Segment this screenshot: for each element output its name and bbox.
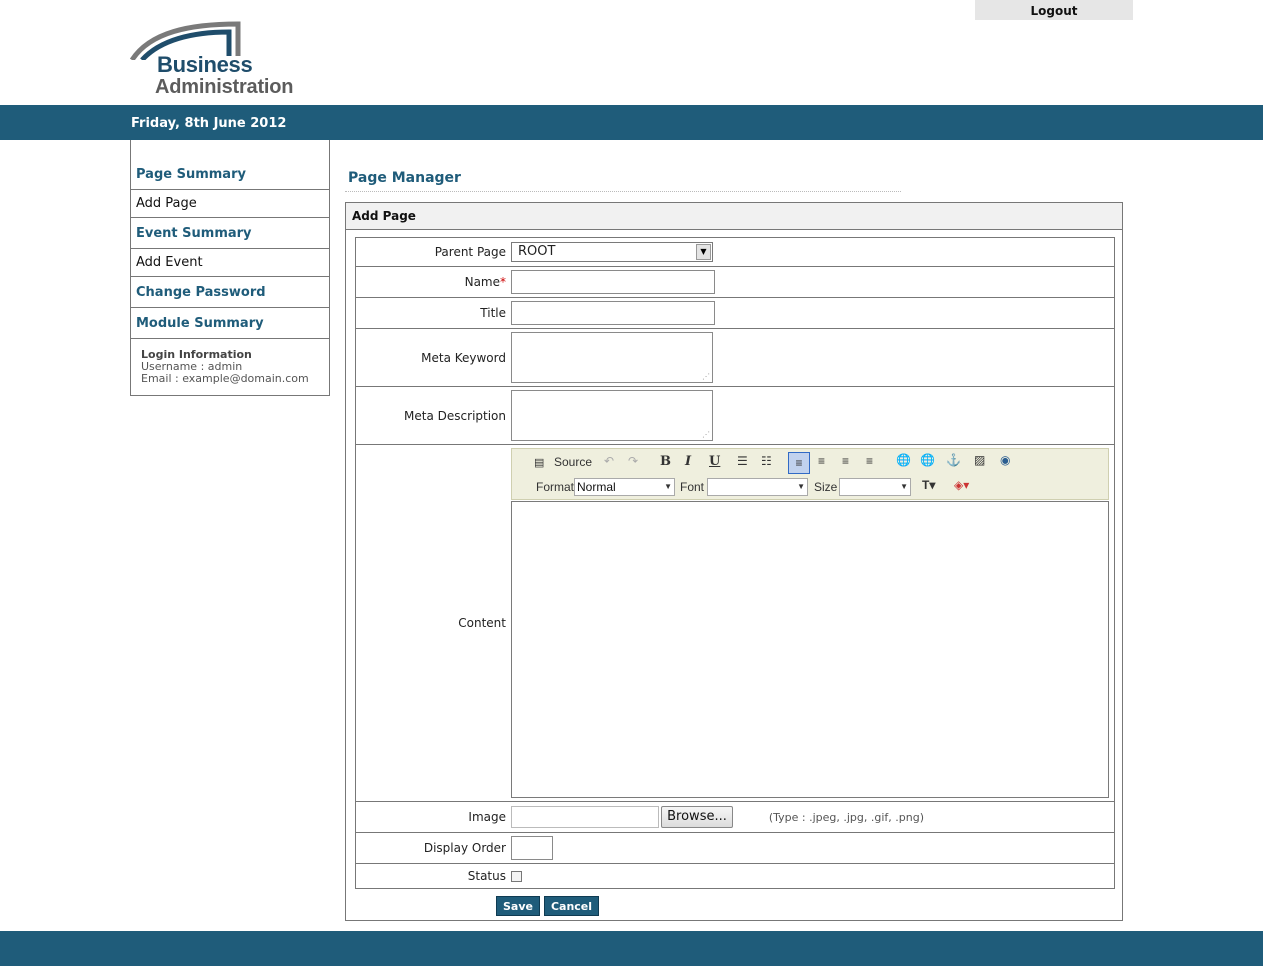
sidebar: Page Summary Add Page Event Summary Add … [130,140,330,396]
sidebar-item-add-page[interactable]: Add Page [131,190,329,218]
logo-line-2: Administration [155,76,294,98]
title-label: Title [355,297,511,329]
align-center-icon[interactable]: ≡ [818,454,825,468]
parent-page-value: ROOT [518,244,556,259]
link-icon[interactable]: 🌐 [896,453,911,467]
login-information: Login Information Username : admin Email… [131,339,329,395]
panel-title: Add Page [346,203,1122,230]
resize-grip-icon[interactable]: ⋰ [702,373,710,381]
display-order-input[interactable] [511,836,553,860]
source-button[interactable]: Source [554,455,592,469]
image-file-input[interactable] [511,806,659,828]
status-label: Status [355,863,511,889]
title-divider [345,191,901,192]
align-justify-icon[interactable]: ≡ [842,454,849,468]
bold-button[interactable]: B [660,454,671,469]
numbered-list-icon[interactable]: ☰ [737,454,748,468]
redo-icon[interactable]: ↷ [628,454,638,468]
background-color-icon[interactable]: ◈▾ [954,478,969,492]
image-label: Image [355,801,511,833]
size-select[interactable]: ▼ [839,478,911,496]
page-title: Page Manager [348,170,461,186]
status-checkbox[interactable] [511,871,522,882]
bulleted-list-icon[interactable]: ☷ [761,454,772,468]
required-asterisk: * [500,275,506,289]
sidebar-item-module-summary[interactable]: Module Summary [131,308,329,339]
current-date: Friday, 8th June 2012 [131,116,287,131]
format-label: Format [536,480,575,494]
text-color-icon[interactable]: T▾ [922,478,935,492]
cancel-button[interactable]: Cancel [544,896,599,916]
login-email: Email : example@domain.com [141,372,309,385]
italic-button[interactable]: I [685,454,691,469]
sidebar-item-page-summary[interactable]: Page Summary [131,140,329,190]
chevron-down-icon[interactable]: ▼ [900,479,908,495]
meta-description-label: Meta Description [355,386,511,445]
business-administration-logo: Business Administration [130,20,340,100]
chevron-down-icon[interactable]: ▼ [664,479,672,495]
add-page-form: Parent Page ROOT ▼ Name* Title Meta Keyw… [355,237,1115,889]
sidebar-item-change-password[interactable]: Change Password [131,277,329,308]
anchor-icon[interactable]: ⚓ [946,453,961,467]
font-select[interactable]: ▼ [707,478,808,496]
name-label: Name* [355,266,511,298]
align-left-icon[interactable]: ≡ [788,452,810,474]
footer-bar [0,931,1263,966]
sidebar-item-add-event[interactable]: Add Event [131,249,329,277]
meta-keyword-label: Meta Keyword [355,328,511,387]
size-label: Size [814,480,838,494]
align-right-icon[interactable]: ≡ [866,454,873,468]
format-select[interactable]: Normal ▼ [574,478,675,496]
parent-page-label: Parent Page [355,237,511,267]
rich-text-editor: ▤ Source ↶ ↷ B I U ☰ ☷ ≡ ≡ ≡ ≡ 🌐 🌐 ⚓ ▨ ◉… [511,448,1109,798]
save-button[interactable]: Save [496,896,540,916]
chevron-down-icon[interactable]: ▼ [797,479,805,495]
logout-button[interactable]: Logout [975,0,1133,20]
add-page-panel: Add Page Parent Page ROOT ▼ Name* Title … [345,202,1123,921]
browse-button[interactable]: Browse... [661,806,733,828]
source-icon[interactable]: ▤ [534,456,544,469]
editor-toolbar: ▤ Source ↶ ↷ B I U ☰ ☷ ≡ ≡ ≡ ≡ 🌐 🌐 ⚓ ▨ ◉… [511,448,1109,500]
meta-keyword-textarea[interactable]: ⋰ [511,332,713,383]
meta-description-textarea[interactable]: ⋰ [511,390,713,441]
title-input[interactable] [511,301,715,325]
resize-grip-icon[interactable]: ⋰ [702,431,710,439]
logo-line-1: Business [157,52,253,77]
unlink-icon[interactable]: 🌐 [920,453,935,467]
image-icon[interactable]: ▨ [974,453,985,467]
flash-icon[interactable]: ◉ [1000,453,1010,467]
font-label: Font [680,480,705,494]
name-input[interactable] [511,270,715,294]
content-editor-area[interactable] [511,501,1109,798]
top-bar: Friday, 8th June 2012 [0,105,1263,140]
chevron-down-icon[interactable]: ▼ [696,244,711,260]
sidebar-item-event-summary[interactable]: Event Summary [131,218,329,249]
image-types-note: (Type : .jpeg, .jpg, .gif, .png) [768,810,924,824]
parent-page-select[interactable]: ROOT ▼ [511,242,713,262]
undo-icon[interactable]: ↶ [604,454,614,468]
underline-button[interactable]: U [709,454,720,469]
content-label: Content [355,444,511,802]
display-order-label: Display Order [355,832,511,864]
